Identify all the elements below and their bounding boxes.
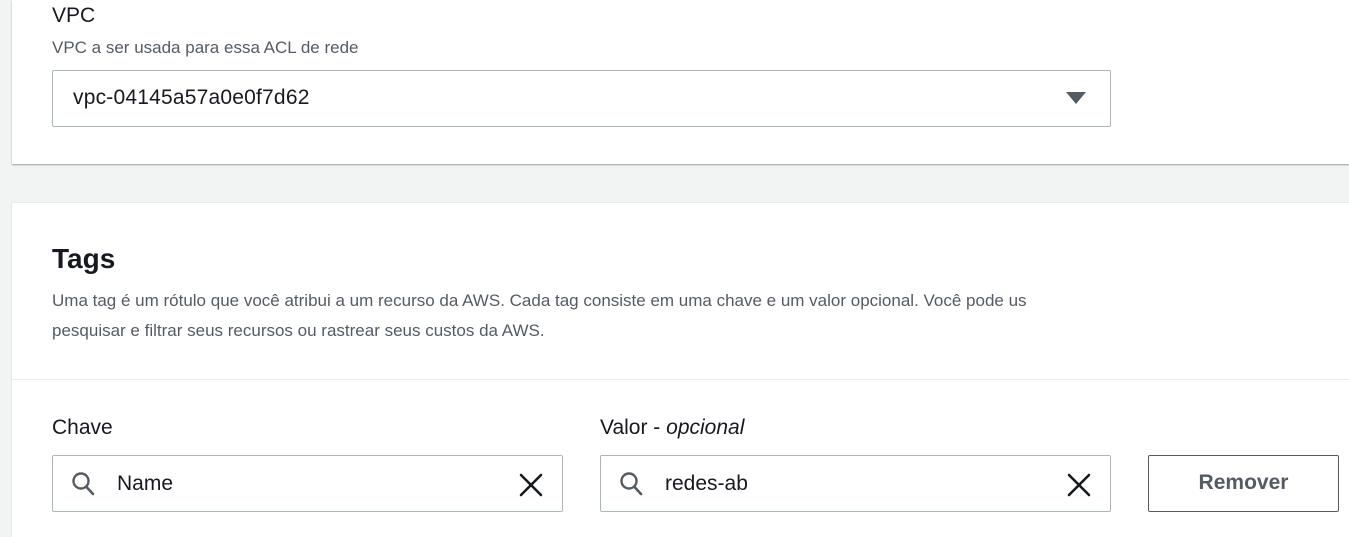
search-icon	[72, 472, 95, 496]
close-icon[interactable]	[1066, 472, 1092, 498]
value-label-text: Valor -	[600, 416, 667, 439]
tags-description-line-2: pesquisar e filtrar seus recursos ou ras…	[52, 321, 545, 340]
remove-tag-button[interactable]: Remover	[1148, 455, 1339, 512]
value-label-optional: opcional	[666, 416, 745, 439]
close-icon[interactable]	[518, 472, 544, 498]
tags-title: Tags	[52, 243, 116, 274]
vpc-panel: VPC VPC a ser usada para essa ACL de red…	[12, 0, 1349, 164]
divider	[12, 379, 1349, 380]
caret-down-icon	[1066, 92, 1086, 104]
value-label: Valor - opcional	[600, 416, 744, 440]
tag-key-value: Name	[117, 472, 174, 495]
tag-key-input[interactable]: Name	[52, 455, 563, 512]
vpc-selected-value: vpc-04145a57a0e0f7d62	[73, 86, 310, 109]
tags-description-line-1: Uma tag é um rótulo que você atribui a u…	[52, 291, 1027, 310]
search-icon	[620, 472, 643, 496]
key-label: Chave	[52, 416, 113, 439]
tags-panel: Tags Uma tag é um rótulo que você atribu…	[12, 203, 1349, 537]
tag-value-input[interactable]: redes-ab	[600, 455, 1111, 512]
vpc-label: VPC	[52, 4, 96, 27]
tag-value-value: redes-ab	[665, 472, 748, 495]
vpc-select[interactable]: vpc-04145a57a0e0f7d62	[52, 70, 1111, 127]
vpc-description: VPC a ser usada para essa ACL de rede	[52, 38, 359, 57]
